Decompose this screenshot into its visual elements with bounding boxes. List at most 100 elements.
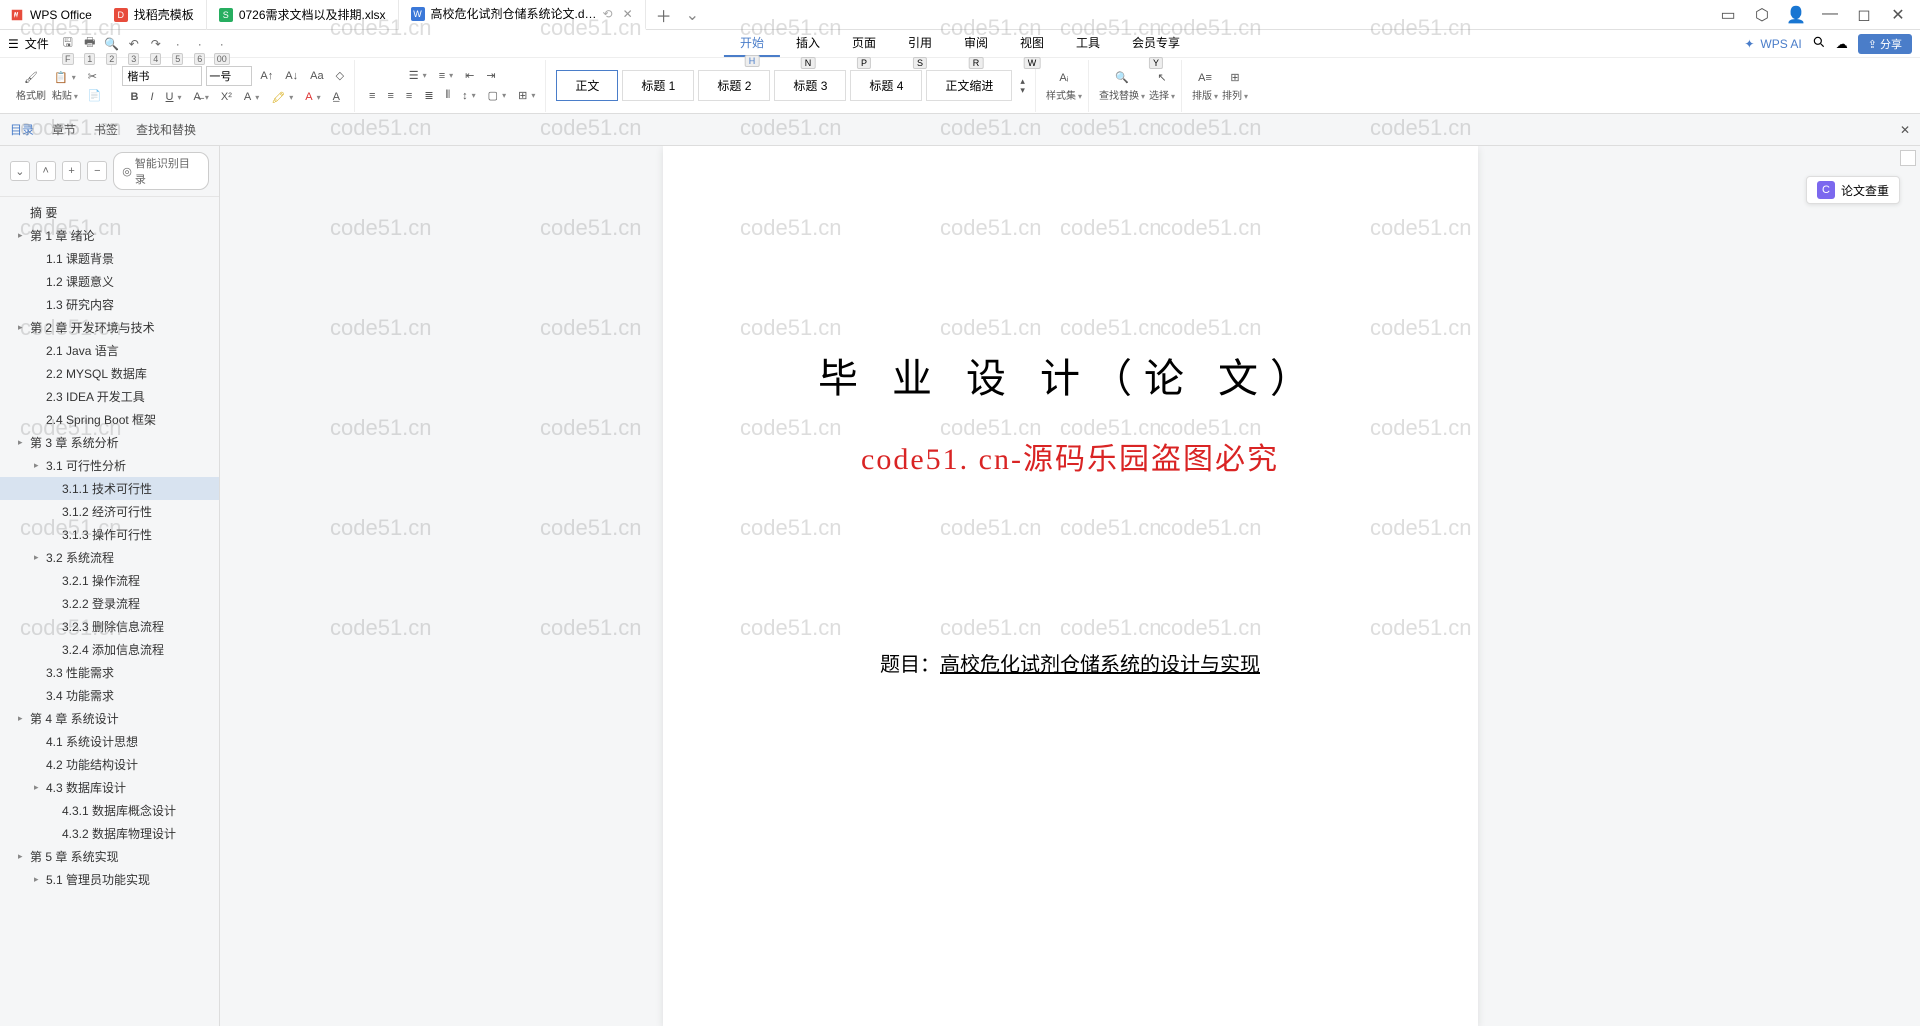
- align-justify-icon[interactable]: ≣: [420, 87, 437, 104]
- preview-icon[interactable]: 🔍2: [103, 35, 121, 53]
- outline-item[interactable]: 4.1 系统设计思想: [0, 730, 219, 753]
- outline-collapse-icon[interactable]: ⌄: [10, 161, 30, 181]
- menu-start[interactable]: 开始H: [724, 30, 780, 57]
- menu-view[interactable]: 视图W: [1004, 30, 1060, 57]
- align-right-icon[interactable]: ≡: [402, 88, 416, 104]
- outline-item[interactable]: 3.1.1 技术可行性: [0, 477, 219, 500]
- copy-icon[interactable]: 📄: [84, 87, 106, 104]
- outline-item[interactable]: 2.3 IDEA 开发工具: [0, 385, 219, 408]
- outline-item[interactable]: 2.1 Java 语言: [0, 339, 219, 362]
- textfx-icon[interactable]: A: [240, 89, 263, 105]
- bold-icon[interactable]: B: [127, 89, 143, 105]
- document-viewport[interactable]: C 论文查重 毕 业 设 计（论 文） code51. cn-源码乐园盗图必究 …: [220, 146, 1920, 1026]
- strike-icon[interactable]: A̶: [190, 89, 213, 105]
- outline-item[interactable]: ▸第 1 章 绪论: [0, 224, 219, 247]
- tab-list-dropdown[interactable]: ⌄: [686, 5, 699, 25]
- paper-check-badge[interactable]: C 论文查重: [1806, 176, 1900, 204]
- wps-ai-button[interactable]: ✦ WPS AI: [1744, 37, 1801, 51]
- outline-item[interactable]: 3.2.2 登录流程: [0, 592, 219, 615]
- phonetic-icon[interactable]: A̲: [329, 89, 344, 105]
- outline-item[interactable]: 3.3 性能需求: [0, 661, 219, 684]
- nav-tab-toc[interactable]: 目录: [10, 121, 34, 138]
- cube-icon[interactable]: ⬡: [1752, 5, 1772, 25]
- outline-item[interactable]: 4.3.2 数据库物理设计: [0, 822, 219, 845]
- border-icon[interactable]: ⊞: [514, 87, 539, 104]
- close-button[interactable]: ✕: [1888, 5, 1908, 25]
- superscript-icon[interactable]: X²: [217, 89, 236, 105]
- decrease-indent-icon[interactable]: ⇤: [461, 67, 478, 84]
- file-menu[interactable]: 文件: [25, 35, 49, 52]
- qat5-icon[interactable]: ·5: [169, 35, 187, 53]
- outline-item[interactable]: ▸第 5 章 系统实现: [0, 845, 219, 868]
- outline-item[interactable]: 1.2 课题意义: [0, 270, 219, 293]
- outline-item[interactable]: ▸3.2 系统流程: [0, 546, 219, 569]
- outline-item[interactable]: 3.2.4 添加信息流程: [0, 638, 219, 661]
- nav-tab-find[interactable]: 查找和替换: [136, 121, 196, 138]
- font-color-icon[interactable]: A: [301, 89, 324, 105]
- arrange-h-icon[interactable]: ⊞: [1226, 69, 1243, 86]
- qat6-icon[interactable]: ·6: [191, 35, 209, 53]
- hamburger-icon[interactable]: ☰: [8, 37, 19, 51]
- avatar-icon[interactable]: 👤: [1786, 5, 1806, 25]
- menu-tools[interactable]: 工具: [1060, 30, 1116, 57]
- maximize-button[interactable]: ◻: [1854, 5, 1874, 25]
- outline-item[interactable]: 摘 要: [0, 201, 219, 224]
- outline-del-icon[interactable]: −: [87, 161, 107, 181]
- clear-format-icon[interactable]: ◇: [332, 67, 348, 84]
- smart-toc-button[interactable]: ◎ 智能识别目录: [113, 152, 209, 190]
- select-icon[interactable]: ↖: [1153, 69, 1170, 86]
- format-painter-button[interactable]: 🖌: [20, 69, 42, 86]
- distribute-icon[interactable]: ⫴: [442, 87, 455, 104]
- outline-item[interactable]: 4.2 功能结构设计: [0, 753, 219, 776]
- menu-ref[interactable]: 引用S: [892, 30, 948, 57]
- share-button[interactable]: ⇪ 分享: [1858, 34, 1912, 54]
- change-case-icon[interactable]: Aa: [306, 68, 327, 84]
- align-center-icon[interactable]: ≡: [383, 88, 397, 104]
- outline-item[interactable]: ▸第 2 章 开发环境与技术: [0, 316, 219, 339]
- outline-add-icon[interactable]: +: [62, 161, 82, 181]
- tab-template[interactable]: D 找稻壳模板: [102, 0, 207, 30]
- outline-item[interactable]: ▸第 3 章 系统分析: [0, 431, 219, 454]
- menu-vip[interactable]: 会员专享Y: [1116, 30, 1196, 57]
- bullet-list-icon[interactable]: ☰: [405, 67, 431, 84]
- close-icon[interactable]: ✕: [623, 7, 633, 21]
- style-more-icon[interactable]: ▴▾: [1016, 75, 1029, 97]
- outline-item[interactable]: ▸4.3 数据库设计: [0, 776, 219, 799]
- style-indent[interactable]: 正文缩进: [926, 70, 1012, 101]
- outline-item[interactable]: ▸5.1 管理员功能实现: [0, 868, 219, 891]
- underline-icon[interactable]: U: [162, 89, 186, 105]
- print-icon[interactable]: 🖶1: [81, 35, 99, 53]
- outline-item[interactable]: 3.1.2 经济可行性: [0, 500, 219, 523]
- align-left-icon[interactable]: ≡: [365, 88, 379, 104]
- outline-item[interactable]: 2.4 Spring Boot 框架: [0, 408, 219, 431]
- style-h4[interactable]: 标题 4: [850, 70, 922, 101]
- shading-icon[interactable]: ▢: [484, 87, 510, 104]
- outline-item[interactable]: 2.2 MYSQL 数据库: [0, 362, 219, 385]
- outline-item[interactable]: 4.3.1 数据库概念设计: [0, 799, 219, 822]
- tab-doc-active[interactable]: W 高校危化试剂仓储系统论文.d… ⟲ ✕: [399, 0, 646, 30]
- styleset-icon[interactable]: Aᵢ: [1055, 70, 1072, 86]
- outline-item[interactable]: ▸3.1 可行性分析: [0, 454, 219, 477]
- increase-indent-icon[interactable]: ⇥: [482, 67, 499, 84]
- outline-item[interactable]: ▸第 4 章 系统设计: [0, 707, 219, 730]
- minimize-button[interactable]: ―: [1820, 5, 1840, 25]
- outline-item[interactable]: 3.4 功能需求: [0, 684, 219, 707]
- outline-item[interactable]: 3.2.1 操作流程: [0, 569, 219, 592]
- ruler-toggle[interactable]: [1900, 150, 1916, 166]
- find-replace-icon[interactable]: 🔍: [1111, 69, 1133, 86]
- outline-item[interactable]: 1.1 课题背景: [0, 247, 219, 270]
- increase-font-icon[interactable]: A↑: [256, 68, 277, 84]
- decrease-font-icon[interactable]: A↓: [281, 68, 302, 84]
- menu-review[interactable]: 审阅R: [948, 30, 1004, 57]
- nav-tab-bookmark[interactable]: 书签: [94, 121, 118, 138]
- paste-button[interactable]: 📋: [50, 69, 80, 86]
- menu-insert[interactable]: 插入N: [780, 30, 836, 57]
- new-tab-button[interactable]: ＋: [646, 3, 682, 27]
- outline-item[interactable]: 3.2.3 删除信息流程: [0, 615, 219, 638]
- menu-page[interactable]: 页面P: [836, 30, 892, 57]
- nav-tab-chapter[interactable]: 章节: [52, 121, 76, 138]
- number-list-icon[interactable]: ≡: [435, 68, 457, 84]
- outline-item[interactable]: 1.3 研究内容: [0, 293, 219, 316]
- italic-icon[interactable]: I: [146, 89, 157, 105]
- style-h2[interactable]: 标题 2: [698, 70, 770, 101]
